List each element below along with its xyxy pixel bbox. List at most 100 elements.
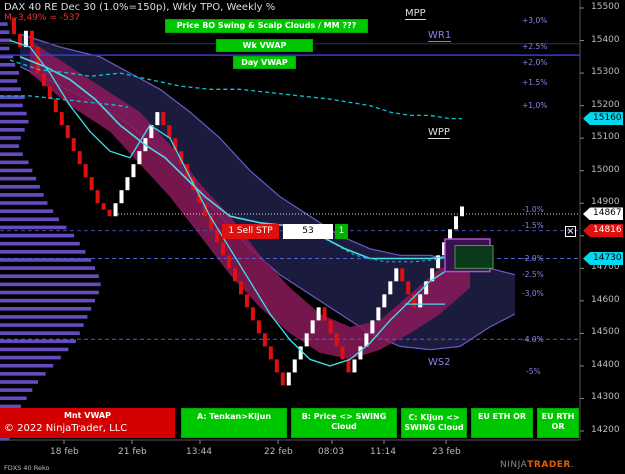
up-brick bbox=[286, 372, 291, 386]
down-brick bbox=[233, 268, 237, 282]
down-brick bbox=[256, 320, 261, 334]
profile-bar bbox=[0, 225, 67, 230]
percent-level-label: -2.5% bbox=[522, 269, 544, 279]
sell-stop-order-button[interactable]: 1 Sell STP bbox=[222, 224, 279, 239]
down-brick bbox=[400, 268, 405, 282]
down-brick bbox=[262, 333, 267, 347]
price-axis-label: 14200 bbox=[591, 425, 620, 435]
down-brick bbox=[101, 203, 106, 210]
eu-eth-or-button[interactable]: EU ETH OR bbox=[471, 408, 533, 438]
ninjatrader-logo: NINJATRADER. bbox=[500, 460, 574, 470]
profile-bar bbox=[0, 30, 10, 35]
percent-level-label: +2.5% bbox=[522, 42, 548, 52]
up-brick bbox=[304, 333, 309, 347]
down-brick bbox=[41, 73, 46, 87]
profile-bar bbox=[0, 306, 92, 311]
down-brick bbox=[65, 125, 70, 139]
eu-rth-or-button[interactable]: EU RTH OR bbox=[537, 408, 579, 438]
price-swing-cloud-button[interactable]: B: Price <> SWING Cloud bbox=[291, 408, 397, 438]
down-brick bbox=[244, 294, 249, 308]
time-axis-label: 18 feb bbox=[50, 447, 79, 457]
time-axis-label: 13:44 bbox=[186, 447, 212, 457]
down-brick bbox=[29, 30, 34, 48]
profile-bar bbox=[0, 388, 33, 392]
profile-bar bbox=[0, 347, 69, 352]
price-tag: 15160 bbox=[583, 112, 623, 126]
day-vwap-button[interactable]: Day VWAP bbox=[233, 56, 296, 69]
price-axis-label: 15000 bbox=[591, 164, 620, 175]
price-bo-button[interactable]: Price BO Swing & Scalp Clouds / MM ??? bbox=[165, 19, 368, 33]
profile-bar bbox=[0, 46, 10, 51]
price-axis-label: 15500 bbox=[591, 2, 620, 12]
profile-bar bbox=[0, 331, 80, 335]
profile-bar bbox=[0, 176, 37, 181]
profile-bar bbox=[0, 184, 40, 189]
profile-bar bbox=[0, 128, 25, 132]
kijun-swing-cloud-button[interactable]: C: Kijun <> SWING Cloud bbox=[401, 408, 467, 438]
down-brick bbox=[280, 372, 285, 386]
up-brick bbox=[376, 307, 381, 321]
down-brick bbox=[59, 112, 64, 126]
price-axis-label: 14400 bbox=[591, 359, 620, 370]
down-brick bbox=[71, 138, 76, 152]
instrument-footer: FDXS 40 Reko bbox=[4, 464, 50, 472]
swing-box-inner bbox=[454, 245, 494, 269]
down-brick bbox=[161, 112, 166, 126]
profile-bar bbox=[0, 217, 59, 222]
order-quantity-field[interactable]: 53 bbox=[283, 224, 333, 239]
profile-bar bbox=[0, 241, 80, 246]
percent-level-label: +2,0% bbox=[522, 58, 548, 68]
order-count-badge[interactable]: 1 bbox=[335, 224, 348, 239]
time-axis-label: 08:03 bbox=[318, 447, 344, 457]
profile-bar bbox=[0, 201, 48, 205]
time-axis-label: 22 feb bbox=[264, 447, 293, 457]
profile-bar bbox=[0, 119, 29, 124]
down-brick bbox=[107, 209, 112, 217]
profile-bar bbox=[0, 266, 95, 270]
time-axis-label: 23 feb bbox=[432, 447, 461, 457]
profile-bar bbox=[0, 136, 21, 140]
up-brick bbox=[394, 268, 399, 282]
price-axis-label: 14900 bbox=[591, 197, 620, 208]
profile-bar bbox=[0, 209, 54, 213]
down-brick bbox=[346, 359, 351, 373]
logo-tail: . bbox=[570, 460, 575, 470]
price-axis-label: 14500 bbox=[591, 327, 620, 338]
copyright-text: © 2022 NinjaTrader, LLC bbox=[4, 423, 128, 434]
down-brick bbox=[47, 86, 52, 100]
kijun-swing-label-line1: C: Kijun <> bbox=[408, 413, 460, 422]
profile-bar bbox=[0, 282, 101, 287]
down-brick bbox=[238, 281, 243, 295]
profile-bar bbox=[0, 363, 54, 368]
down-brick bbox=[322, 307, 327, 321]
tenkan-kijun-button[interactable]: A: Tenkan>Kijun bbox=[181, 408, 287, 438]
wr1-label: WR1 bbox=[428, 30, 452, 42]
percent-level-label: -5% bbox=[526, 367, 541, 377]
profile-bar bbox=[0, 298, 95, 303]
logo-suffix: TRADER bbox=[527, 460, 571, 470]
wpp-label: WPP bbox=[428, 127, 450, 139]
up-brick bbox=[316, 307, 321, 321]
percent-level-label: -1.5% bbox=[522, 221, 544, 230]
profile-bar bbox=[0, 233, 75, 238]
profile-bar bbox=[0, 168, 33, 173]
profile-bar bbox=[0, 152, 23, 157]
down-brick bbox=[328, 320, 333, 334]
price-tag: 14730 bbox=[583, 252, 623, 266]
down-brick bbox=[89, 177, 94, 191]
profile-bar bbox=[0, 355, 61, 360]
kijun-swing-label-line2: SWING Cloud bbox=[404, 423, 464, 432]
profile-bar bbox=[0, 380, 38, 384]
percent-level-label: -1.0% bbox=[522, 204, 544, 214]
price-axis-label: 14300 bbox=[591, 392, 620, 403]
profile-bar bbox=[0, 79, 18, 83]
close-x-icon[interactable]: × bbox=[565, 226, 576, 237]
up-brick bbox=[418, 294, 423, 308]
profile-bar bbox=[0, 323, 84, 327]
down-brick bbox=[95, 190, 100, 204]
up-brick bbox=[358, 346, 363, 360]
percent-level-label: -2.0% bbox=[522, 253, 544, 263]
wk-vwap-button[interactable]: Wk VWAP bbox=[216, 39, 313, 52]
profile-bar bbox=[0, 144, 19, 148]
down-brick bbox=[340, 346, 345, 360]
